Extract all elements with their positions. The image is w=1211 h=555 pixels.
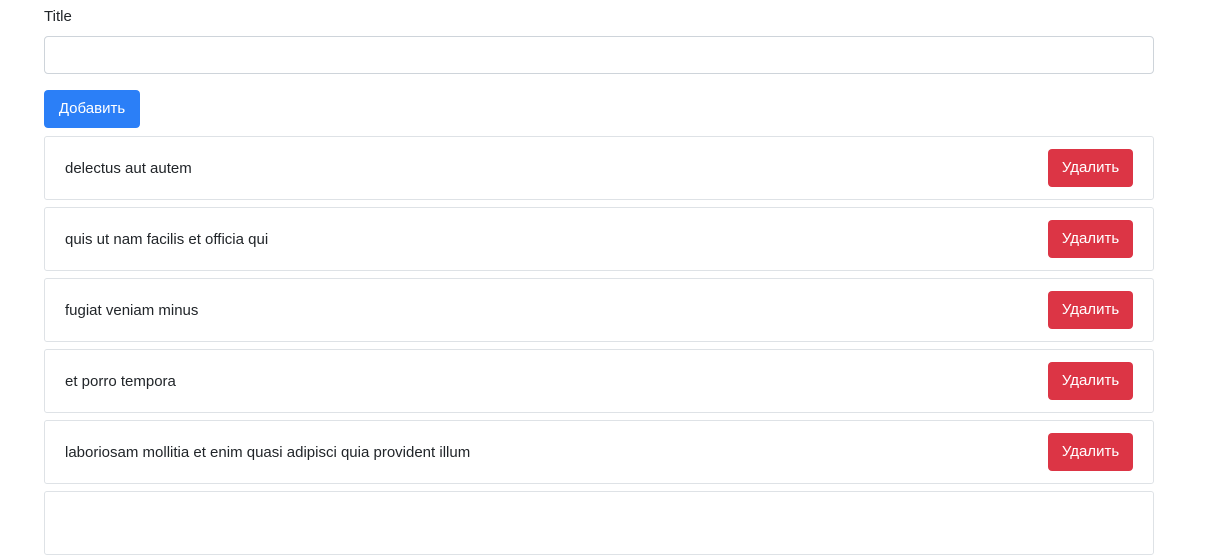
list-item: et porro tempora Удалить <box>44 349 1154 413</box>
item-title: quis ut nam facilis et officia qui <box>65 231 269 248</box>
item-title: et porro tempora <box>65 373 176 390</box>
list-item <box>44 491 1154 555</box>
delete-button[interactable]: Удалить <box>1048 362 1133 400</box>
delete-button[interactable]: Удалить <box>1048 149 1133 187</box>
list-item: delectus aut autem Удалить <box>44 136 1154 200</box>
list-item: fugiat veniam minus Удалить <box>44 278 1154 342</box>
add-button[interactable]: Добавить <box>44 90 140 128</box>
list-item: quis ut nam facilis et officia qui Удали… <box>44 207 1154 271</box>
title-input[interactable] <box>44 36 1154 74</box>
item-title: delectus aut autem <box>65 160 192 177</box>
list-item: laboriosam mollitia et enim quasi adipis… <box>44 420 1154 484</box>
item-title: laboriosam mollitia et enim quasi adipis… <box>65 444 471 461</box>
delete-button[interactable]: Удалить <box>1048 220 1133 258</box>
delete-button[interactable]: Удалить <box>1048 433 1133 471</box>
title-label: Title <box>44 8 72 25</box>
item-title: fugiat veniam minus <box>65 302 199 319</box>
delete-button[interactable]: Удалить <box>1048 291 1133 329</box>
